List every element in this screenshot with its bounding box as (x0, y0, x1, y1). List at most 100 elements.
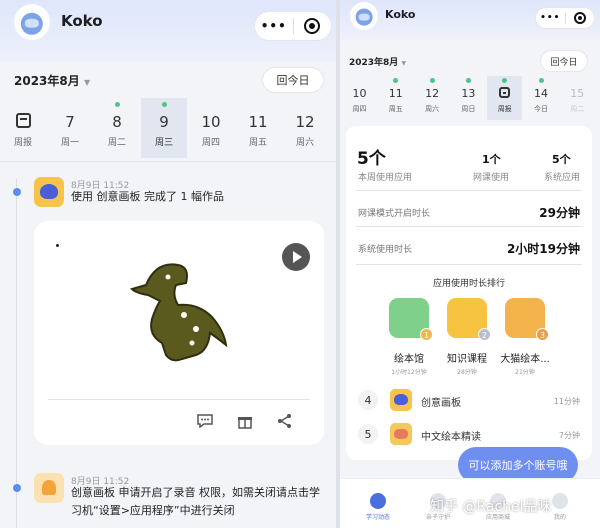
day-12[interactable]: 12 周六 (415, 76, 450, 120)
activity-dot (68, 102, 73, 107)
day-number: 10 (201, 113, 221, 131)
list-app-name: 中文绘本精读 (421, 432, 481, 443)
stat-label: 本周使用应用 (358, 173, 413, 183)
weekday-label: 今日 (534, 105, 548, 113)
stat-label: 网课使用 (473, 173, 510, 183)
day-7[interactable]: 7 周一 (47, 98, 93, 158)
user-name: Koko (61, 12, 103, 30)
activity-dot (303, 102, 308, 107)
bell-icon (34, 473, 64, 503)
day-number: 14 (534, 87, 548, 100)
day-number: 8 (112, 113, 122, 131)
day-number: 11 (388, 87, 403, 100)
row-label: 网课模式开启时长 (358, 209, 431, 219)
feed-text: 创意画板 申请开启了录音 权限，如需关闭请点击学习机“设置>应用程序”中进行关闭 (71, 486, 320, 517)
dinosaur-artwork-image[interactable] (126, 255, 236, 365)
divider (0, 161, 336, 162)
app-icon: 2 (447, 298, 491, 341)
list-app-time: 7分钟 (558, 431, 580, 440)
avatar[interactable] (14, 4, 50, 40)
day-11[interactable]: 11 周五 (235, 98, 281, 158)
close-target-icon[interactable] (294, 18, 332, 34)
activity-dot (114, 102, 120, 107)
left-screenshot: Koko ••• 2023年8月 ▼ 回今日 周报 7 周一 8 周二 9 周三 10 周四 11… (0, 0, 336, 528)
ranking-item[interactable]: 2 知识课程 28分钟 (437, 298, 497, 376)
day-15[interactable]: 15 周二 (560, 76, 595, 120)
rank-badge: 1 (420, 328, 433, 341)
artwork-card[interactable] (34, 221, 324, 445)
day-8[interactable]: 8 周二 (94, 98, 140, 158)
day-number: 7 (65, 113, 75, 131)
timeline-line (16, 178, 17, 528)
ranking-app-name: 大猫绘本... (500, 354, 550, 365)
feed-text: 使用 创意画板 完成了 1 幅作品 (71, 190, 224, 203)
user-name: Koko (385, 8, 416, 21)
activity-dot (538, 78, 544, 83)
app-icon: 1 (389, 298, 433, 341)
more-icon[interactable]: ••• (536, 13, 565, 23)
day-9[interactable]: 9 周三 (141, 98, 187, 158)
weekday-label: 周六 (425, 105, 440, 113)
weekday-label: 周六 (295, 138, 314, 148)
stat-value: 5个 (357, 149, 386, 169)
chevron-down-icon: ▼ (83, 78, 91, 87)
list-index: 5 (358, 424, 378, 444)
stat-value: 5个 (552, 153, 571, 166)
day-11[interactable]: 11 周五 (378, 76, 413, 120)
day-number: 12 (295, 113, 315, 131)
ranking-title: 应用使用时长排行 (432, 279, 505, 289)
activity-dot (209, 102, 214, 107)
list-index: 4 (358, 390, 378, 410)
close-target-icon[interactable] (566, 12, 595, 24)
day-12[interactable]: 12 周六 (282, 98, 328, 158)
tab-learning-feed[interactable]: 学习动态 (348, 479, 408, 521)
chevron-down-icon: ▼ (401, 60, 407, 67)
right-screenshot: Koko ••• 2023年8月 ▼ 回今日 10 周四 11 周五 12 周六 13 周日周… (340, 0, 600, 528)
gift-icon[interactable] (236, 412, 254, 430)
watermark: 知乎 @Rachel品味 (430, 499, 552, 515)
ranking-item[interactable]: 3 大猫绘本... 21分钟 (495, 298, 555, 376)
activity-dot (256, 102, 261, 107)
weekday-label: 周报 (13, 138, 32, 148)
back-to-today-button[interactable]: 回今日 (262, 67, 324, 93)
ranking-app-time: 28分钟 (457, 369, 477, 376)
miniprogram-capsule[interactable]: ••• (535, 7, 595, 29)
day-number: 10 (352, 87, 367, 100)
timeline-dot (13, 188, 21, 196)
calendar-report-icon (499, 87, 511, 98)
creative-board-app-icon (34, 177, 64, 207)
stat-label: 系统应用 (544, 173, 581, 183)
activity-dot (429, 78, 435, 83)
rank-badge: 3 (536, 328, 549, 341)
app-icon: 3 (505, 298, 549, 341)
month-selector[interactable]: 2023年8月 ▼ (349, 55, 406, 68)
more-icon[interactable]: ••• (255, 19, 293, 33)
day-14[interactable]: 14 今日 (524, 76, 559, 120)
day-number: 12 (425, 87, 440, 100)
comment-icon[interactable] (196, 412, 214, 430)
weekday-label: 周一 (60, 138, 79, 148)
day-number: 13 (461, 87, 476, 100)
weekly-report-tab[interactable]: 周报 (487, 76, 523, 120)
avatar[interactable] (350, 2, 378, 30)
back-to-today-button[interactable]: 回今日 (540, 50, 588, 72)
ranking-app-time: 1小时12分钟 (391, 369, 427, 376)
ranking-item[interactable]: 1 绘本馆 1小时12分钟 (379, 298, 439, 376)
activity-dot (161, 102, 167, 107)
stat-value: 1个 (482, 153, 501, 166)
play-button[interactable] (282, 243, 310, 271)
day-10[interactable]: 10 周四 (342, 76, 377, 120)
weekday-label: 周五 (248, 138, 267, 148)
ranking-app-name: 知识课程 (447, 354, 487, 365)
day-10[interactable]: 10 周四 (188, 98, 234, 158)
weekly-report-tab[interactable]: 周报 (0, 98, 46, 158)
row-value: 29分钟 (539, 206, 580, 220)
month-selector[interactable]: 2023年8月 ▼ (14, 72, 90, 89)
weekday-label: 周四 (201, 138, 220, 148)
miniprogram-capsule[interactable]: ••• (254, 11, 332, 41)
share-icon[interactable] (276, 412, 294, 430)
calendar-report-icon (15, 113, 31, 128)
weekday-label: 周二 (570, 105, 585, 113)
day-13[interactable]: 13 周日 (451, 76, 486, 120)
day-number: 9 (159, 113, 169, 131)
